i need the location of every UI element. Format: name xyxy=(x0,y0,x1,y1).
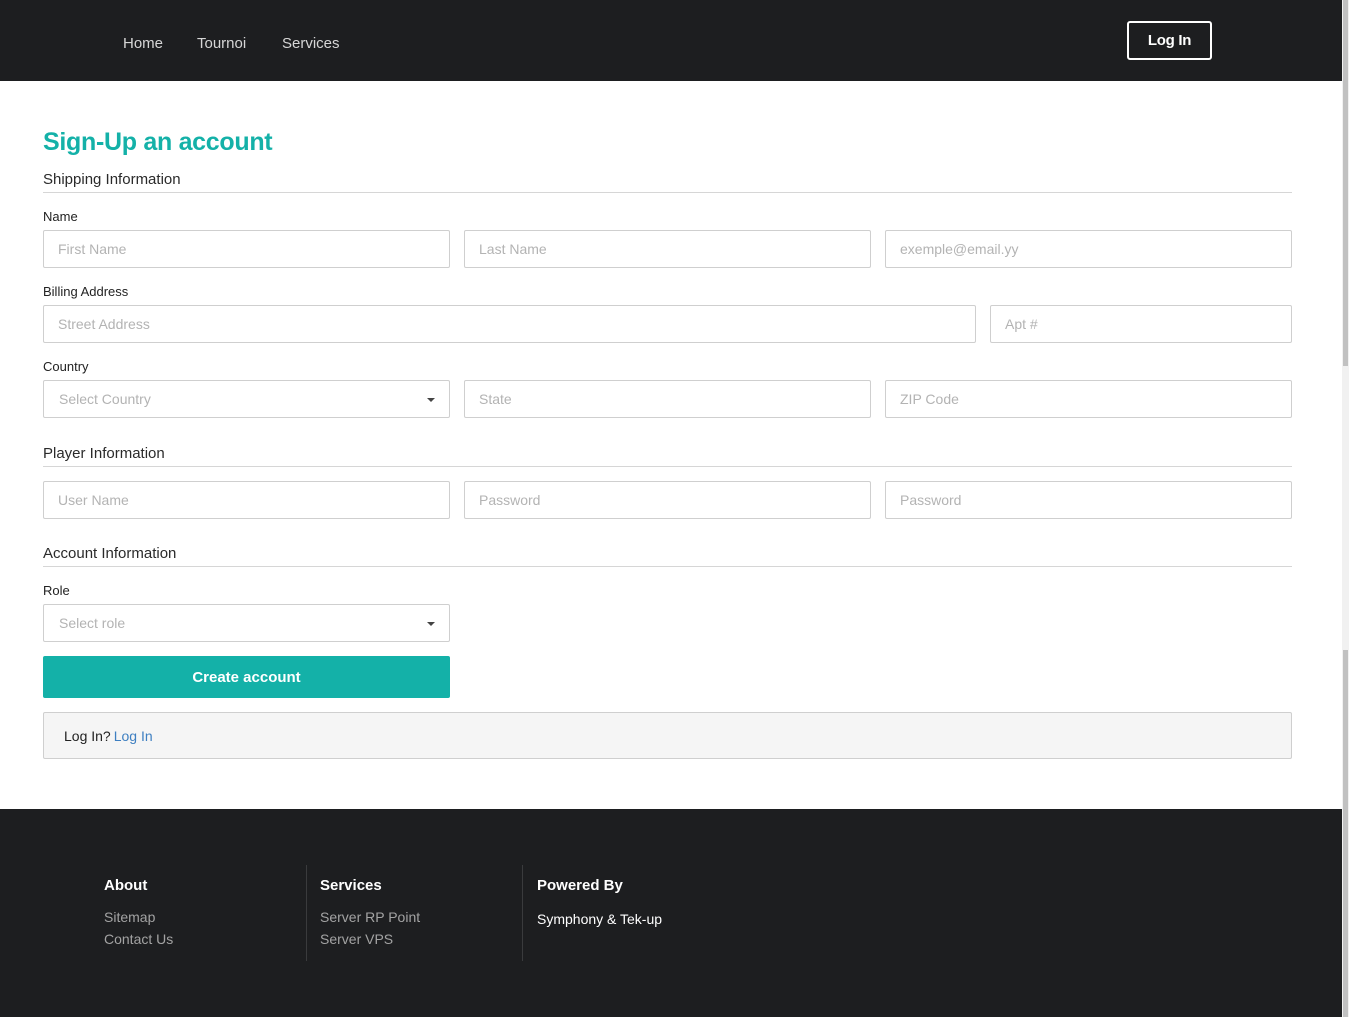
page-scrollbar[interactable] xyxy=(1342,0,1349,1017)
username-input[interactable] xyxy=(43,481,450,519)
country-select-value: Select Country xyxy=(59,391,151,407)
section-divider xyxy=(43,566,1292,567)
nav-link-services[interactable]: Services xyxy=(282,35,340,52)
page-title: Sign-Up an account xyxy=(43,128,273,156)
billing-address-label: Billing Address xyxy=(43,284,129,299)
last-name-input[interactable] xyxy=(464,230,871,268)
section-title-shipping: Shipping Information xyxy=(43,171,181,188)
caret-down-icon xyxy=(427,622,435,626)
nav-login-button[interactable]: Log In xyxy=(1127,21,1212,60)
state-input[interactable] xyxy=(464,380,871,418)
footer-powered-text: Symphony & Tek-up xyxy=(537,911,663,927)
section-divider xyxy=(43,192,1292,193)
street-address-input[interactable] xyxy=(43,305,976,343)
footer-about-title: About xyxy=(104,877,148,894)
role-select[interactable]: Select role xyxy=(43,604,450,642)
create-account-button[interactable]: Create account xyxy=(43,656,450,698)
footer: About Sitemap Contact Us Services Server… xyxy=(0,809,1342,1017)
nav-link-home[interactable]: Home xyxy=(123,35,163,52)
apt-input[interactable] xyxy=(990,305,1292,343)
footer-link-server-vps[interactable]: Server VPS xyxy=(320,931,393,947)
footer-link-server-rp[interactable]: Server RP Point xyxy=(320,909,420,925)
footer-link-sitemap[interactable]: Sitemap xyxy=(104,909,155,925)
scrollbar-thumb-lower[interactable] xyxy=(1343,650,1348,1017)
login-link[interactable]: Log In xyxy=(114,728,153,744)
footer-powered-title: Powered By xyxy=(537,877,623,894)
email-input[interactable] xyxy=(885,230,1292,268)
section-title-account: Account Information xyxy=(43,545,177,562)
section-title-player: Player Information xyxy=(43,445,165,462)
footer-divider xyxy=(522,865,523,961)
zip-code-input[interactable] xyxy=(885,380,1292,418)
first-name-input[interactable] xyxy=(43,230,450,268)
login-prompt-text: Log In? xyxy=(64,727,111,744)
footer-services-title: Services xyxy=(320,877,382,894)
footer-divider xyxy=(306,865,307,961)
caret-down-icon xyxy=(427,398,435,402)
password-input[interactable] xyxy=(464,481,871,519)
footer-link-contact[interactable]: Contact Us xyxy=(104,931,173,947)
top-navbar: Home Tournoi Services Log In xyxy=(0,0,1342,81)
country-label: Country xyxy=(43,359,89,374)
role-label: Role xyxy=(43,583,70,598)
confirm-password-input[interactable] xyxy=(885,481,1292,519)
nav-link-tournoi[interactable]: Tournoi xyxy=(197,35,246,52)
name-label: Name xyxy=(43,209,78,224)
role-select-value: Select role xyxy=(59,615,126,631)
scrollbar-thumb[interactable] xyxy=(1343,0,1348,366)
login-prompt-box: Log In? Log In xyxy=(43,712,1292,759)
country-select[interactable]: Select Country xyxy=(43,380,450,418)
section-divider xyxy=(43,466,1292,467)
